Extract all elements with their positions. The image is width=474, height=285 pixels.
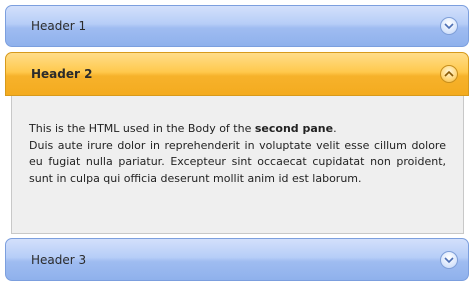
accordion-header-3[interactable]: Header 3 [5, 238, 469, 281]
chevron-down-icon[interactable] [440, 17, 458, 35]
content-intro: This is the HTML used in the Body of the… [29, 121, 446, 138]
chevron-up-icon[interactable] [440, 65, 458, 83]
accordion-header-2[interactable]: Header 2 [5, 52, 469, 96]
accordion-header-1[interactable]: Header 1 [5, 5, 469, 47]
header-1-title: Header 1 [31, 19, 87, 33]
content-intro-prefix: This is the HTML used in the Body of the [29, 122, 255, 135]
content-intro-suffix: . [333, 122, 337, 135]
chevron-down-icon[interactable] [440, 250, 458, 269]
pane-2-content: This is the HTML used in the Body of the… [11, 96, 464, 234]
content-body: Duis aute irure dolor in reprehenderit i… [29, 138, 446, 185]
header-3-title: Header 3 [31, 252, 87, 267]
content-intro-bold: second pane [254, 122, 334, 135]
accordion: Header 1 Header 2 This is the HTML used … [0, 0, 474, 285]
header-2-title: Header 2 [31, 67, 93, 81]
